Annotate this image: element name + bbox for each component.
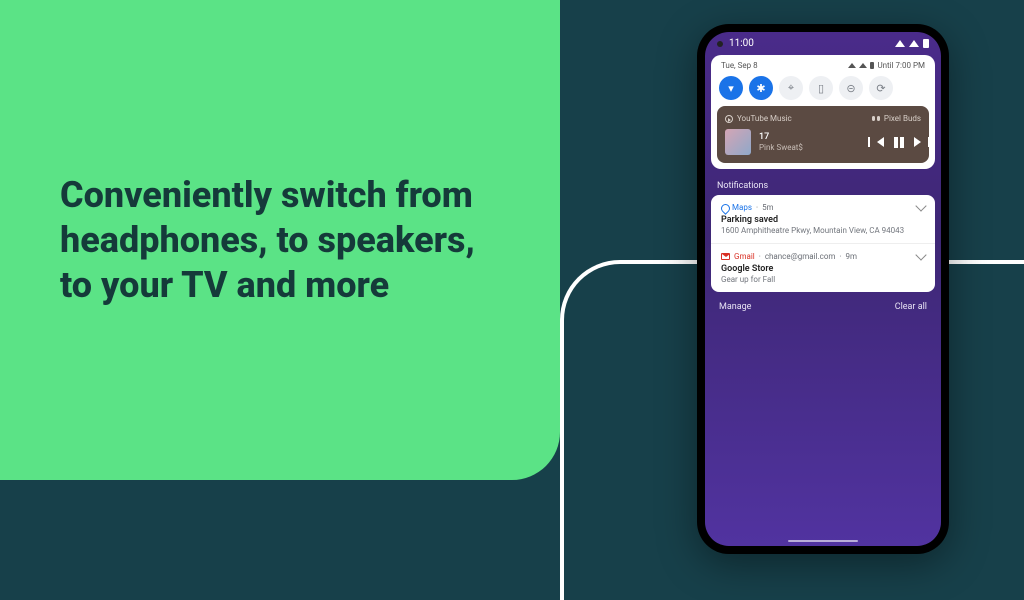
wifi-icon [848,63,856,68]
chevron-down-icon[interactable] [915,249,926,260]
notification-card[interactable]: Gmail · chance@gmail.com · 9m Google Sto… [711,244,935,292]
media-card[interactable]: YouTube Music Pixel Buds 17 Pink Sweat$ [717,106,929,163]
notification-app: Maps [732,203,752,212]
signal-icon [909,40,919,47]
notification-account: chance@gmail.com [765,252,836,261]
maps-icon [721,204,728,211]
media-app-label: YouTube Music [737,114,792,123]
marketing-panel: Conveniently switch from headphones, to … [0,0,560,480]
album-art [725,129,751,155]
clear-all-button[interactable]: Clear all [895,302,927,312]
battery-icon: ▯ [818,82,824,95]
notification-app: Gmail [734,252,755,261]
headline-text: Conveniently switch from headphones, to … [60,173,500,308]
dnd-until-label: Until 7:00 PM [877,61,925,70]
notification-body: Gear up for Fall [721,275,925,284]
chevron-down-icon[interactable] [915,200,926,211]
wifi-icon [895,40,905,47]
battery-icon [870,62,874,69]
track-artist: Pink Sweat$ [759,143,803,153]
camera-cutout [717,41,723,47]
bluetooth-icon: ✱ [756,82,765,95]
quick-settings-row: ▾ ✱ ⌖ ▯ ⊝ ⟳ [717,76,929,106]
youtube-music-icon [725,115,733,123]
notification-title: Parking saved [721,215,925,225]
shade-date: Tue, Sep 8 [721,61,758,70]
phone-frame: 11:00 Tue, Sep 8 Until 7:00 PM ▾ ✱ [697,24,949,554]
phone-screen: 11:00 Tue, Sep 8 Until 7:00 PM ▾ ✱ [705,32,941,546]
bluetooth-toggle[interactable]: ✱ [749,76,773,100]
notification-body: 1600 Amphitheatre Pkwy, Mountain View, C… [721,226,925,235]
notification-card[interactable]: Maps · 5m Parking saved 1600 Amphitheatr… [711,195,935,244]
track-title: 17 [759,132,803,143]
battery-icon [923,39,929,48]
shade-footer: Manage Clear all [705,292,941,322]
notification-list: Maps · 5m Parking saved 1600 Amphitheatr… [711,195,935,292]
gmail-icon [721,253,730,260]
notification-time: 9m [846,252,858,261]
notifications-section-label: Notifications [705,173,941,195]
media-output-label: Pixel Buds [884,114,921,123]
autorotate-toggle[interactable]: ⟳ [869,76,893,100]
manage-button[interactable]: Manage [719,302,751,312]
wifi-icon: ▾ [728,82,734,95]
notification-shade: Tue, Sep 8 Until 7:00 PM ▾ ✱ ⌖ ▯ ⊝ ⟳ [711,55,935,169]
shade-header: Tue, Sep 8 Until 7:00 PM [717,61,929,76]
battery-saver-toggle[interactable]: ▯ [809,76,833,100]
dnd-icon: ⊝ [846,82,855,95]
flashlight-icon: ⌖ [788,81,794,95]
wifi-toggle[interactable]: ▾ [719,76,743,100]
flashlight-toggle[interactable]: ⌖ [779,76,803,100]
pause-button[interactable] [894,137,904,148]
media-output-button[interactable]: Pixel Buds [872,114,921,123]
status-time: 11:00 [729,38,754,49]
signal-icon [859,63,867,68]
notification-title: Google Store [721,264,925,274]
earbuds-icon [872,116,880,122]
next-button[interactable] [914,137,921,147]
home-gesture-bar[interactable] [788,540,858,542]
notification-time: 5m [762,203,774,212]
dnd-toggle[interactable]: ⊝ [839,76,863,100]
rotate-icon: ⟳ [876,82,885,95]
previous-button[interactable] [877,137,884,147]
status-bar: 11:00 [705,32,941,51]
